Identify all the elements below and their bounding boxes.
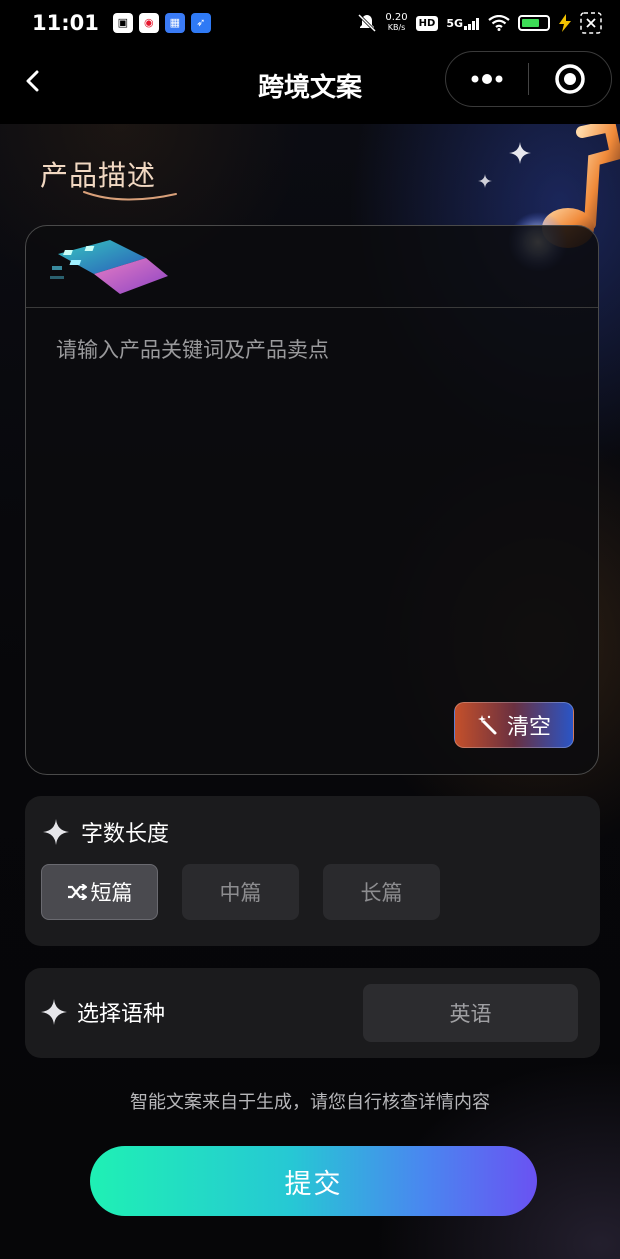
- length-option-medium[interactable]: 中篇: [182, 864, 299, 920]
- submit-label: 提交: [284, 1168, 343, 1200]
- product-description-input[interactable]: [56, 334, 566, 684]
- net-speed-value: 0.20: [385, 12, 408, 23]
- keyboard-illustration-icon: [50, 240, 168, 294]
- nav-bar: 跨境文案: [0, 46, 620, 124]
- length-label-row: 字数长度: [43, 816, 169, 848]
- screenshot-close-icon[interactable]: [580, 12, 602, 34]
- page-title: 跨境文案: [257, 72, 362, 103]
- sparkle-icon: [509, 142, 531, 164]
- mute-bell-icon: [358, 13, 377, 33]
- net-speed: 0.20 KB/s: [385, 13, 407, 33]
- net-speed-unit: KB/s: [387, 23, 406, 32]
- battery-icon: [518, 15, 550, 31]
- signal-label: 5G: [446, 17, 480, 30]
- charging-bolt-icon: [559, 14, 571, 32]
- signal-text: 5G: [446, 16, 463, 30]
- hd-badge: HD: [415, 15, 439, 31]
- product-description-card: 清空: [25, 225, 599, 775]
- sparkle-icon: [43, 819, 69, 845]
- length-label: 字数长度: [81, 822, 170, 847]
- close-program-button[interactable]: [529, 52, 611, 106]
- shuffle-icon: [67, 884, 87, 900]
- more-dots-icon: [471, 74, 503, 84]
- sparkle-icon: [41, 999, 67, 1025]
- language-select[interactable]: 英语: [363, 984, 578, 1042]
- clear-button[interactable]: 清空: [454, 702, 574, 748]
- length-option-short[interactable]: 短篇: [41, 864, 158, 920]
- battery-level: [522, 19, 539, 27]
- page-content: 产品描述 请输入产品关键词及产品卖点 清空 字数长度 短篇 中篇 长篇 选择语种…: [0, 124, 620, 1259]
- heading-swoosh-decoration: [83, 191, 177, 201]
- language-label: 选择语种: [77, 1002, 166, 1027]
- length-option-label: 长篇: [360, 881, 403, 905]
- back-button[interactable]: [18, 66, 48, 96]
- magic-wand-icon: [477, 715, 497, 735]
- status-bar: 11:01 ▣ ◉ ▦ ➶ 0.20 KB/s HD 5G: [0, 0, 620, 46]
- language-selected-value: 英语: [449, 1002, 492, 1026]
- more-button[interactable]: [446, 52, 528, 106]
- card-header: [26, 226, 598, 308]
- chevron-left-icon: [26, 70, 39, 92]
- length-options: 短篇 中篇 长篇: [41, 864, 440, 920]
- compass-icon: ➶: [190, 13, 211, 33]
- status-right: 0.20 KB/s HD 5G: [357, 12, 602, 34]
- weibo-icon: ◉: [138, 13, 159, 33]
- mini-program-capsule: [445, 51, 612, 107]
- app-notification-icon: ▦: [164, 13, 185, 33]
- sparkle-icon: [478, 174, 492, 188]
- language-label-row: 选择语种: [41, 996, 165, 1028]
- status-notification-icons: ▣ ◉ ▦ ➶: [112, 13, 211, 33]
- wifi-icon: [488, 15, 510, 31]
- length-option-label: 中篇: [219, 881, 262, 905]
- submit-button[interactable]: 提交: [90, 1146, 537, 1216]
- length-option-long[interactable]: 长篇: [323, 864, 440, 920]
- target-circle-icon: [555, 64, 585, 94]
- app-notification-icon: ▣: [112, 13, 133, 33]
- length-card: 字数长度 短篇 中篇 长篇: [25, 796, 600, 946]
- signal-bars-icon: [464, 17, 479, 30]
- clear-label: 清空: [506, 715, 551, 740]
- status-time: 11:01: [32, 11, 99, 35]
- language-card: 选择语种 英语: [25, 968, 600, 1058]
- disclaimer-text: 智能文案来自于生成，请您自行核查详情内容: [130, 1092, 490, 1113]
- length-option-label: 短篇: [90, 881, 133, 905]
